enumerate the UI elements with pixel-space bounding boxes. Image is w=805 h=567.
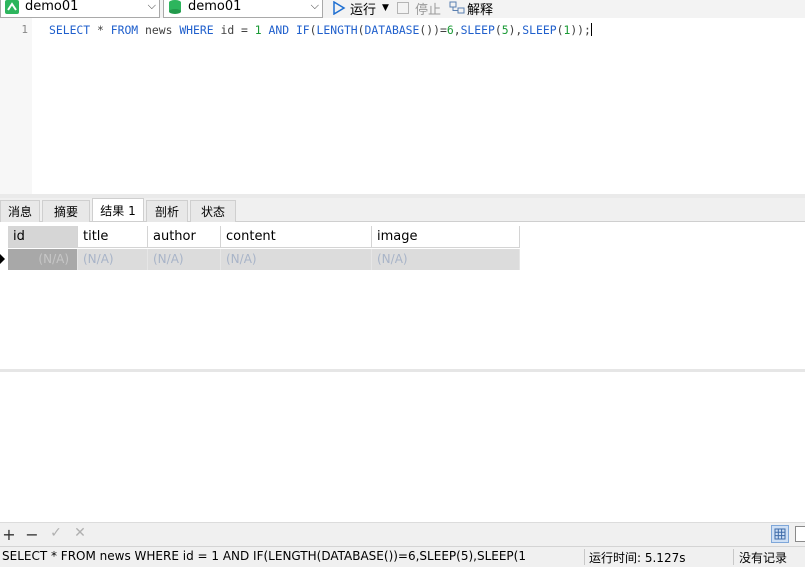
- tab-messages[interactable]: 消息: [0, 200, 40, 222]
- explain-button[interactable]: 解释: [449, 0, 494, 18]
- chevron-down-icon[interactable]: ⌵: [148, 0, 156, 13]
- code-token: 1: [254, 23, 262, 37]
- code-token: (: [357, 23, 365, 37]
- code-token: SLEEP: [460, 23, 495, 37]
- explain-label: 解释: [467, 2, 494, 18]
- code-token: AND: [268, 23, 290, 37]
- grid-view-glyph-icon: [774, 528, 786, 540]
- code-token: LENGTH: [316, 23, 358, 37]
- code-token: ),: [508, 23, 523, 37]
- connection-value: demo01: [25, 0, 79, 14]
- stop-label: 停止: [415, 2, 442, 18]
- line-number: 1: [21, 23, 28, 36]
- run-button[interactable]: 运行 ▼: [332, 0, 389, 18]
- tab-label: 结果 1: [100, 203, 136, 218]
- run-dropdown-icon[interactable]: ▼: [382, 3, 389, 13]
- database-value: demo01: [188, 0, 242, 14]
- code-token: id =: [213, 23, 255, 37]
- toolbar: demo01 ⌵ demo01 ⌵ 运行 ▼ 停止 解释: [0, 0, 805, 18]
- connection-icon: [5, 0, 19, 14]
- code-token: ())=: [419, 23, 447, 37]
- result-tabs: 消息 摘要 结果 1 剖析 状态: [0, 198, 805, 222]
- tab-profile[interactable]: 剖析: [146, 200, 188, 222]
- code-line[interactable]: SELECT * FROM news WHERE id = 1 AND IF(L…: [49, 23, 592, 37]
- status-divider: [733, 549, 734, 565]
- code-token: IF: [295, 23, 310, 37]
- code-token: ));: [570, 23, 591, 37]
- code-token: 5: [501, 23, 509, 37]
- table-cell[interactable]: (N/A): [148, 249, 221, 270]
- discard-changes-button[interactable]: ✕: [71, 525, 89, 541]
- table-cell[interactable]: (N/A): [221, 249, 372, 270]
- stop-button[interactable]: 停止: [397, 0, 442, 18]
- stop-icon: [397, 2, 409, 14]
- apply-changes-button[interactable]: ✓: [47, 525, 65, 541]
- line-gutter: 1: [0, 18, 32, 194]
- code-token: news: [138, 23, 180, 37]
- column-header-content[interactable]: content: [221, 226, 372, 248]
- grid-toolbar: + − ✓ ✕: [0, 522, 805, 546]
- code-token: DATABASE: [364, 23, 420, 37]
- code-token: (: [494, 23, 502, 37]
- status-run-time: 运行时间: 5.127s: [589, 551, 686, 565]
- tab-label: 状态: [200, 205, 225, 219]
- code-token: 6: [446, 23, 454, 37]
- connection-select[interactable]: demo01 ⌵: [0, 0, 160, 18]
- code-token: *: [90, 23, 111, 37]
- panel-divider[interactable]: [0, 369, 805, 372]
- status-record-count: 没有记录: [739, 551, 788, 565]
- status-bar: SELECT * FROM news WHERE id = 1 AND IF(L…: [0, 546, 805, 567]
- add-record-button[interactable]: +: [0, 525, 18, 544]
- text-caret: [590, 23, 592, 36]
- form-view-icon[interactable]: [795, 526, 805, 542]
- code-token: ,: [453, 23, 461, 37]
- status-divider: [584, 549, 585, 565]
- table-cell[interactable]: (N/A): [78, 249, 148, 270]
- code-token: (: [309, 23, 317, 37]
- tab-summary[interactable]: 摘要: [42, 200, 90, 222]
- column-header-author[interactable]: author: [148, 226, 221, 248]
- code-token: WHERE: [179, 23, 214, 37]
- column-header-image[interactable]: image: [372, 226, 520, 248]
- current-row-indicator-icon: [0, 254, 5, 264]
- column-header-title[interactable]: title: [78, 226, 148, 248]
- code-token: SELECT: [49, 23, 91, 37]
- database-icon: [169, 0, 181, 14]
- status-sql-text: SELECT * FROM news WHERE id = 1 AND IF(L…: [2, 549, 526, 563]
- tab-label: 摘要: [53, 205, 78, 219]
- database-select[interactable]: demo01 ⌵: [163, 0, 323, 18]
- sql-editor[interactable]: 1 SELECT * FROM news WHERE id = 1 AND IF…: [0, 18, 805, 194]
- table-cell[interactable]: (N/A): [372, 249, 520, 270]
- code-token: SLEEP: [522, 23, 557, 37]
- run-label: 运行: [350, 2, 377, 18]
- run-icon: [333, 1, 346, 15]
- grid-view-icon[interactable]: [771, 525, 789, 543]
- tab-label: 剖析: [154, 205, 179, 219]
- tab-label: 消息: [7, 205, 32, 219]
- table-cell[interactable]: (N/A): [8, 249, 78, 270]
- explain-icon: [449, 1, 465, 14]
- delete-record-button[interactable]: −: [23, 525, 41, 544]
- tab-status[interactable]: 状态: [190, 200, 236, 222]
- code-token: FROM: [110, 23, 139, 37]
- chevron-down-icon[interactable]: ⌵: [311, 0, 319, 13]
- column-header-id[interactable]: id: [8, 226, 78, 248]
- tab-result-1[interactable]: 结果 1: [92, 198, 144, 221]
